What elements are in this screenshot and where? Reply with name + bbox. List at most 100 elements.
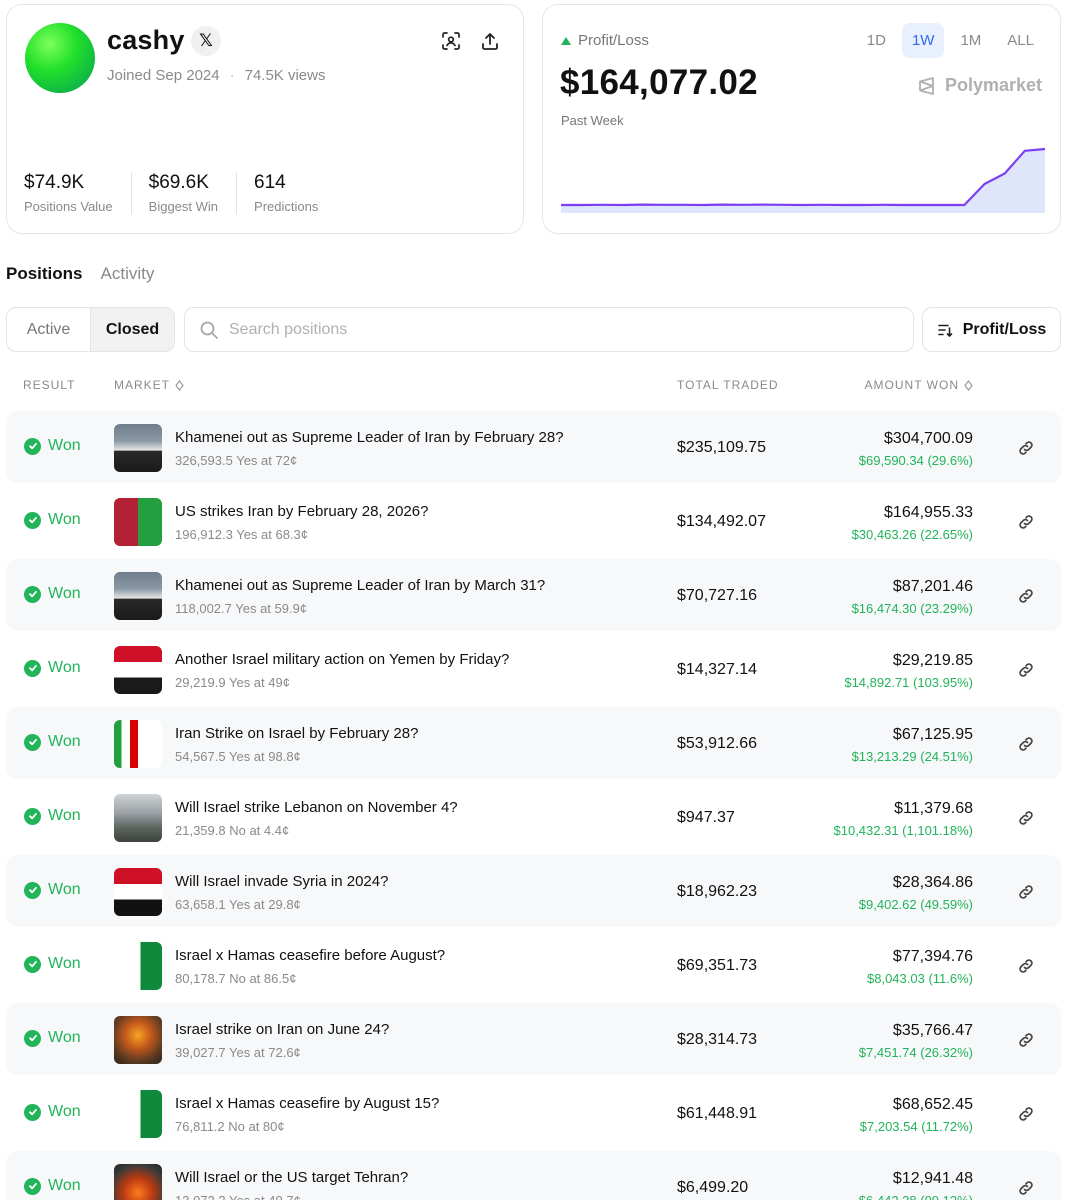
check-circle-icon	[24, 511, 41, 529]
profit-gain: $7,203.54 (11.72%)	[859, 1119, 973, 1134]
check-circle-icon	[24, 659, 41, 677]
amount-won: $164,955.33	[884, 504, 973, 521]
market-title[interactable]: Israel x Hamas ceasefire by August 15?	[175, 1095, 439, 1112]
market-title[interactable]: Israel strike on Iran on June 24?	[175, 1021, 389, 1038]
range-tab-1d[interactable]: 1D	[857, 23, 896, 58]
range-tab-1w[interactable]: 1W	[901, 23, 945, 58]
stat-value: 614	[254, 172, 286, 193]
amount-won: $35,766.47	[892, 1022, 973, 1039]
table-row[interactable]: Won Another Israel military action on Ye…	[6, 633, 1061, 705]
result-label: Won	[48, 585, 81, 602]
pnl-label: Profit/Loss	[561, 32, 649, 49]
check-circle-icon	[24, 1103, 41, 1121]
header-total-label: TOTAL TRADED	[677, 378, 779, 392]
pnl-chart	[561, 147, 1045, 213]
filter-closed-button[interactable]: Closed	[90, 308, 174, 351]
result-cell: Won	[24, 585, 81, 603]
market-title[interactable]: Khamenei out as Supreme Leader of Iran b…	[175, 577, 545, 594]
amount-won: $77,394.76	[892, 948, 973, 965]
content-tabs: Positions Activity	[6, 264, 154, 284]
stat-label: Positions Value	[24, 199, 113, 214]
scan-icon	[442, 32, 460, 50]
tab-activity[interactable]: Activity	[101, 264, 155, 284]
total-traded: $235,109.75	[677, 439, 766, 456]
table-row[interactable]: Won Khamenei out as Supreme Leader of Ir…	[6, 559, 1061, 631]
profit-gain: $8,043.03 (11.6%)	[867, 971, 973, 986]
table-row[interactable]: Won Israel x Hamas ceasefire by August 1…	[6, 1077, 1061, 1149]
amount-won: $29,219.85	[892, 652, 973, 669]
market-title[interactable]: Will Israel strike Lebanon on November 4…	[175, 799, 458, 816]
link-icon[interactable]	[1017, 1179, 1035, 1197]
link-icon[interactable]	[1017, 587, 1035, 605]
positions-list: Won Khamenei out as Supreme Leader of Ir…	[6, 411, 1061, 1200]
stat-value: $74.9K	[24, 172, 85, 193]
link-icon[interactable]	[1017, 439, 1035, 457]
check-circle-icon	[24, 585, 41, 603]
header-market[interactable]: MARKET	[114, 378, 184, 392]
table-row[interactable]: Won Israel strike on Iran on June 24? 39…	[6, 1003, 1061, 1075]
search-input[interactable]	[229, 320, 889, 339]
result-label: Won	[48, 807, 81, 824]
table-row[interactable]: Won US strikes Iran by February 28, 2026…	[6, 485, 1061, 557]
profit-gain: $6,442.28 (99.12%)	[859, 1193, 973, 1200]
amount-won: $12,941.48	[892, 1170, 973, 1187]
market-title[interactable]: Will Israel or the US target Tehran?	[175, 1169, 408, 1186]
profile-meta: Joined Sep 2024 · 74.5K views	[107, 67, 325, 84]
header-amount-label: AMOUNT WON	[864, 378, 959, 392]
table-row[interactable]: Won Israel x Hamas ceasefire before Augu…	[6, 929, 1061, 1001]
check-circle-icon	[24, 1177, 41, 1195]
total-traded: $6,499.20	[677, 1179, 749, 1196]
range-tab-1m[interactable]: 1M	[950, 23, 991, 58]
sort-label: Profit/Loss	[962, 320, 1047, 338]
range-tab-all[interactable]: ALL	[997, 23, 1044, 58]
link-icon[interactable]	[1017, 661, 1035, 679]
polymarket-logo-icon	[919, 76, 934, 95]
market-title[interactable]: Iran Strike on Israel by February 28?	[175, 725, 418, 742]
profit-gain: $13,213.29 (24.51%)	[851, 749, 973, 764]
total-traded: $947.37	[677, 809, 735, 826]
share-button[interactable]	[478, 29, 502, 53]
market-position: 29,219.9 Yes at 49¢	[175, 675, 290, 690]
total-traded: $18,962.23	[677, 883, 758, 900]
profit-gain: $10,432.31 (1,101.18%)	[833, 823, 974, 838]
share-upload-icon	[482, 33, 498, 50]
link-icon[interactable]	[1017, 809, 1035, 827]
link-icon[interactable]	[1017, 1031, 1035, 1049]
us-iran-flags-thumbnail	[114, 498, 162, 546]
x-logo-icon[interactable]: 𝕏	[191, 26, 221, 56]
amount-won: $68,652.45	[892, 1096, 973, 1113]
stat-predictions: 614 Predictions	[254, 172, 336, 214]
filter-active-button[interactable]: Active	[7, 308, 90, 351]
link-icon[interactable]	[1017, 735, 1035, 753]
scan-button[interactable]	[439, 29, 463, 53]
market-title[interactable]: Israel x Hamas ceasefire before August?	[175, 947, 445, 964]
result-label: Won	[48, 437, 81, 454]
link-icon[interactable]	[1017, 957, 1035, 975]
link-icon[interactable]	[1017, 513, 1035, 531]
sort-button[interactable]: Profit/Loss	[922, 307, 1061, 352]
amount-won: $67,125.95	[892, 726, 973, 743]
result-label: Won	[48, 659, 81, 676]
table-row[interactable]: Won Will Israel invade Syria in 2024? 63…	[6, 855, 1061, 927]
pnl-period: Past Week	[561, 113, 624, 128]
table-row[interactable]: Won Khamenei out as Supreme Leader of Ir…	[6, 411, 1061, 483]
market-title[interactable]: Khamenei out as Supreme Leader of Iran b…	[175, 429, 564, 446]
total-traded: $53,912.66	[677, 735, 758, 752]
table-row[interactable]: Won Will Israel strike Lebanon on Novemb…	[6, 781, 1061, 853]
result-label: Won	[48, 1103, 81, 1120]
table-header: RESULT MARKET TOTAL TRADED AMOUNT WON	[0, 378, 1065, 394]
search-box	[184, 307, 914, 352]
market-title[interactable]: Another Israel military action on Yemen …	[175, 651, 509, 668]
result-cell: Won	[24, 511, 81, 529]
header-amount-won[interactable]: AMOUNT WON	[865, 378, 973, 392]
table-row[interactable]: Won Iran Strike on Israel by February 28…	[6, 707, 1061, 779]
market-title[interactable]: US strikes Iran by February 28, 2026?	[175, 503, 428, 520]
tab-positions[interactable]: Positions	[6, 264, 83, 284]
link-icon[interactable]	[1017, 883, 1035, 901]
table-row[interactable]: Won Will Israel or the US target Tehran?…	[6, 1151, 1061, 1200]
result-cell: Won	[24, 437, 81, 455]
market-title[interactable]: Will Israel invade Syria in 2024?	[175, 873, 388, 890]
header-total-traded: TOTAL TRADED	[677, 378, 779, 392]
pnl-value: $164,077.02	[560, 63, 758, 102]
link-icon[interactable]	[1017, 1105, 1035, 1123]
